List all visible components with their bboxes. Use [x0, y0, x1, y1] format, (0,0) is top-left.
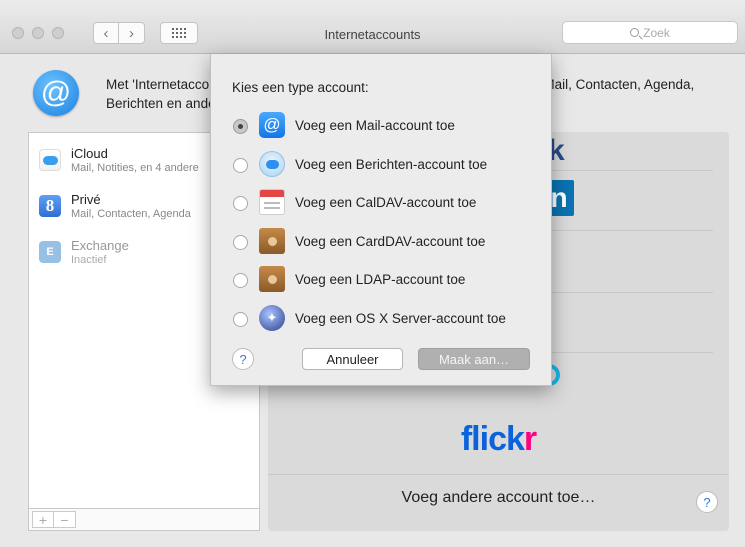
calendar-icon: [259, 189, 285, 215]
internet-accounts-icon: @: [33, 70, 79, 116]
option-osx-server[interactable]: ✦ Voeg een OS X Server-account toe: [231, 304, 551, 334]
option-label: Voeg een Berichten-account toe: [295, 157, 488, 172]
option-label: Voeg een CalDAV-account toe: [295, 195, 477, 210]
radio-button[interactable]: [233, 235, 248, 250]
sheet-title: Kies een type account:: [232, 80, 369, 95]
option-messages[interactable]: Voeg een Berichten-account toe: [231, 150, 551, 180]
radio-button[interactable]: [233, 273, 248, 288]
create-button[interactable]: Maak aan…: [418, 348, 530, 370]
server-icon: ✦: [259, 305, 285, 331]
divider: [268, 474, 729, 475]
contacts-icon: [259, 266, 285, 292]
option-caldav[interactable]: Voeg een CalDAV-account toe: [231, 188, 551, 218]
account-detail: Mail, Contacten, Agenda: [71, 208, 191, 220]
remove-account-button[interactable]: −: [54, 511, 76, 528]
flickr-logo-part1: flick: [460, 420, 525, 458]
account-detail: Inactief: [71, 254, 107, 266]
title-bar: ‹ › Internetaccounts Zoek: [0, 0, 745, 54]
option-mail[interactable]: @ Voeg een Mail-account toe: [231, 111, 551, 141]
add-other-account-link[interactable]: Voeg andere account toe…: [268, 489, 729, 507]
option-label: Voeg een Mail-account toe: [295, 118, 455, 133]
option-label: Voeg een LDAP-account toe: [295, 272, 466, 287]
option-label: Voeg een OS X Server-account toe: [295, 311, 506, 326]
option-carddav[interactable]: Voeg een CardDAV-account toe: [231, 227, 551, 257]
help-button[interactable]: ?: [696, 491, 718, 513]
account-name: Exchange: [71, 238, 129, 253]
flickr-logo-part2: r: [523, 420, 537, 458]
search-icon: [630, 28, 640, 37]
divider: [543, 292, 713, 293]
cancel-button[interactable]: Annuleer: [302, 348, 403, 370]
radio-button[interactable]: [233, 196, 248, 211]
radio-button[interactable]: [233, 119, 248, 134]
flickr-provider[interactable]: flickr: [268, 420, 729, 459]
account-detail: Mail, Notities, en 4 andere: [71, 162, 199, 174]
contacts-icon: [259, 228, 285, 254]
icloud-icon: [39, 149, 61, 171]
account-name: iCloud: [71, 146, 108, 161]
messages-icon: [259, 151, 285, 177]
mail-icon: @: [259, 112, 285, 138]
option-ldap[interactable]: Voeg een LDAP-account toe: [231, 265, 551, 295]
sheet-help-button[interactable]: ?: [232, 348, 254, 370]
account-name: Privé: [71, 192, 101, 207]
divider: [543, 230, 713, 231]
search-field[interactable]: Zoek: [562, 21, 738, 44]
option-label: Voeg een CardDAV-account toe: [295, 234, 486, 249]
accounts-list-footer: + −: [28, 509, 260, 531]
divider: [543, 352, 713, 353]
google-icon: 8: [39, 195, 61, 217]
radio-button[interactable]: [233, 312, 248, 327]
search-placeholder: Zoek: [643, 25, 670, 40]
radio-button[interactable]: [233, 158, 248, 173]
account-type-sheet: Kies een type account: @ Voeg een Mail-a…: [210, 54, 552, 386]
exchange-icon: E: [39, 241, 61, 263]
divider: [543, 170, 713, 171]
add-account-button[interactable]: +: [32, 511, 54, 528]
